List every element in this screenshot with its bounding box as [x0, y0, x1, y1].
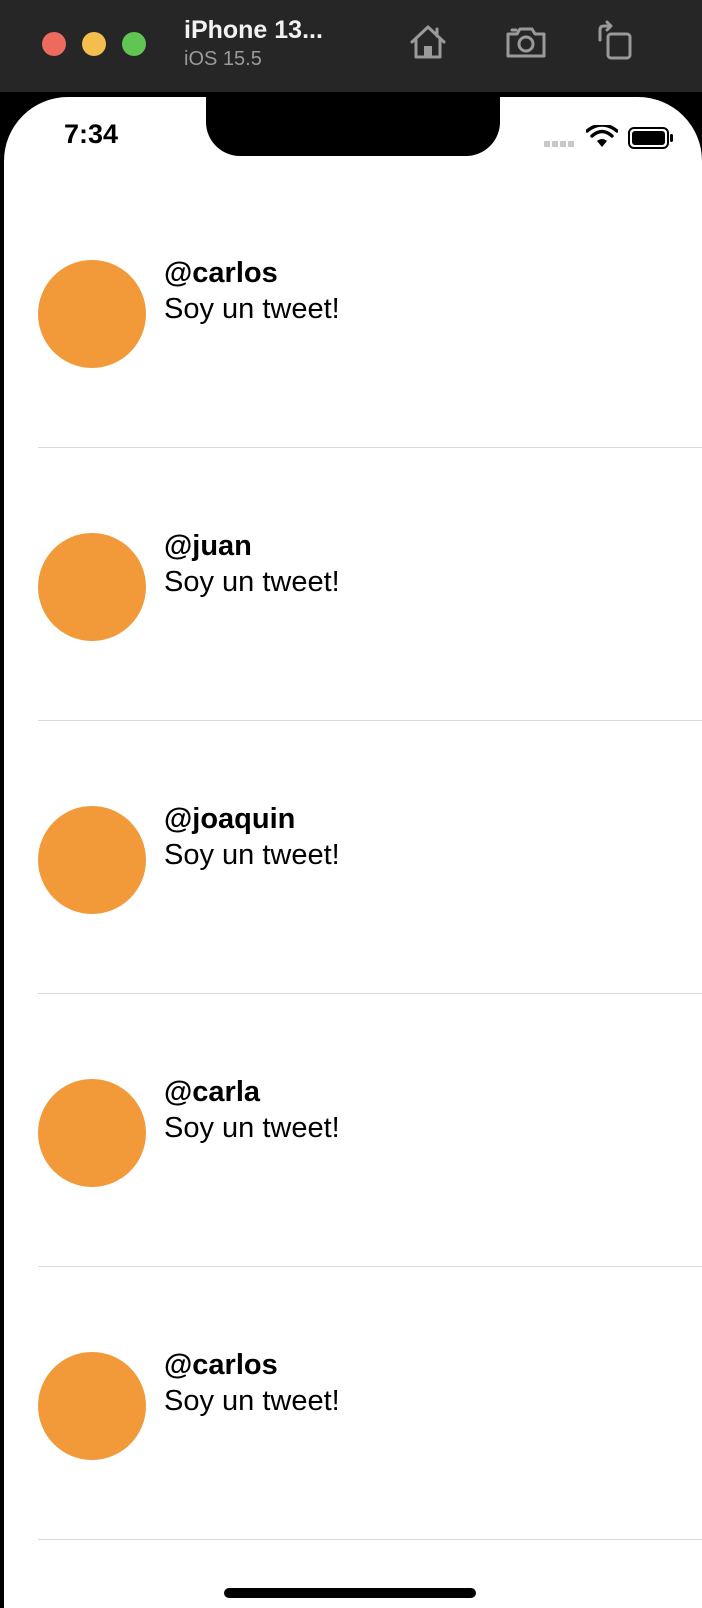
tweet-handle: @carlos — [164, 257, 278, 289]
tweet-text: Soy un tweet! — [164, 839, 340, 871]
rotate-icon[interactable] — [594, 20, 638, 64]
avatar — [38, 1352, 146, 1460]
tweet-row[interactable]: @carlos Soy un tweet! — [4, 1267, 702, 1540]
battery-icon — [628, 127, 674, 149]
simulator-toolbar: iPhone 13... iOS 15.5 — [0, 0, 702, 92]
tweet-text: Soy un tweet! — [164, 566, 340, 598]
screenshot-icon[interactable] — [504, 20, 548, 64]
avatar — [38, 806, 146, 914]
minimize-window-button[interactable] — [82, 32, 106, 56]
home-indicator[interactable] — [224, 1588, 476, 1598]
tweet-text: Soy un tweet! — [164, 1385, 340, 1417]
tweet-text: Soy un tweet! — [164, 1112, 340, 1144]
tweet-list[interactable]: @carlos Soy un tweet! @juan Soy un tweet… — [4, 175, 702, 1540]
device-notch — [206, 97, 500, 156]
zoom-window-button[interactable] — [122, 32, 146, 56]
os-version: iOS 15.5 — [184, 48, 262, 70]
home-icon[interactable] — [406, 20, 450, 64]
device-screen: 7:34 @carlos Soy un tweet! @juan Soy un … — [4, 97, 702, 1608]
tweet-row[interactable]: @juan Soy un tweet! — [4, 448, 702, 721]
tweet-row[interactable]: @joaquin Soy un tweet! — [4, 721, 702, 994]
wifi-icon — [585, 123, 619, 149]
tweet-handle: @carlos — [164, 1349, 278, 1381]
tweet-row[interactable]: @carla Soy un tweet! — [4, 994, 702, 1267]
tweet-row[interactable]: @carlos Soy un tweet! — [4, 175, 702, 448]
cellular-signal-icon — [544, 141, 580, 147]
tweet-handle: @carla — [164, 1076, 261, 1108]
avatar — [38, 260, 146, 368]
simulator-window: iPhone 13... iOS 15.5 7:34 @carlos Soy u… — [0, 0, 702, 1608]
row-separator — [38, 1539, 702, 1540]
status-bar-time: 7:34 — [64, 119, 119, 149]
tweet-handle: @joaquin — [164, 803, 296, 835]
device-name: iPhone 13... — [184, 16, 323, 44]
avatar — [38, 533, 146, 641]
avatar — [38, 1079, 146, 1187]
close-window-button[interactable] — [42, 32, 66, 56]
tweet-text: Soy un tweet! — [164, 293, 340, 325]
tweet-handle: @juan — [164, 530, 252, 562]
